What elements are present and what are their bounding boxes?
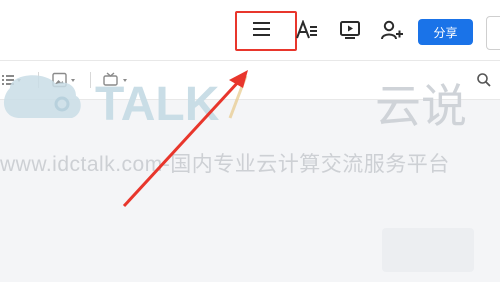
annotation-arrow — [122, 70, 248, 208]
